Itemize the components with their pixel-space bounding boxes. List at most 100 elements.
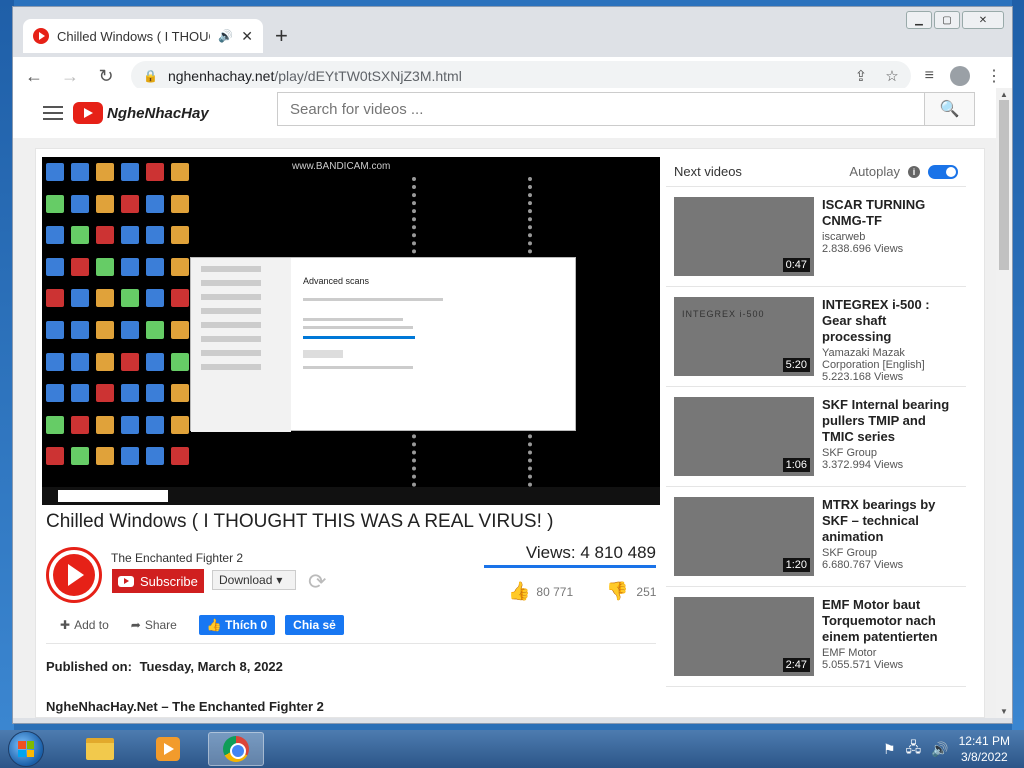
menu-kebab-icon[interactable]: ⋮	[986, 66, 1002, 86]
recommended-views: 5.223.168 Views	[822, 371, 904, 383]
video-taskbar	[42, 487, 660, 505]
recommended-title[interactable]: SKF Internal bearing pullers TMIP and TM…	[822, 397, 958, 445]
search-input[interactable]	[278, 93, 924, 125]
taskbar-media-player[interactable]	[140, 732, 196, 766]
download-label: Download	[219, 573, 273, 587]
autoplay-toggle[interactable]	[928, 164, 958, 179]
url-path: /play/dEYtTW0tSXNjZ3M.html	[274, 68, 462, 84]
recommended-channel: iscarweb	[822, 231, 866, 243]
facebook-share-button[interactable]: Chia sẻ	[285, 615, 344, 635]
duration-badge: 0:47	[782, 258, 810, 272]
profile-avatar-icon[interactable]	[950, 66, 970, 86]
subscribe-label: Subscribe	[140, 573, 198, 589]
published-date: Tuesday, March 8, 2022	[139, 659, 283, 674]
system-clock[interactable]: 12:41 PM 3/8/2022	[959, 733, 1010, 765]
video-thumbnail[interactable]: 0:47	[674, 197, 814, 276]
info-icon[interactable]: i	[908, 165, 920, 178]
clock-date: 3/8/2022	[960, 750, 1008, 764]
action-center-icon[interactable]: ⚑	[883, 741, 896, 758]
site-favicon-icon	[33, 28, 49, 44]
video-thumbnail[interactable]: 1:06	[674, 397, 814, 476]
media-player-icon	[156, 737, 180, 761]
autoplay-label: Autoplay	[849, 164, 900, 179]
dislike-button[interactable]: 👎 251	[606, 581, 656, 602]
close-tab-icon[interactable]: ✕	[241, 28, 253, 45]
bookmark-star-icon[interactable]: ☆	[885, 67, 898, 85]
divider	[46, 643, 656, 644]
video-thumbnail[interactable]: 2:47	[674, 597, 814, 676]
web-page: NgheNhacHay 🔍 www.BANDICAM.com	[13, 88, 998, 718]
logo-play-icon	[73, 102, 103, 124]
minimize-button[interactable]: ▁	[906, 11, 932, 29]
recommended-title[interactable]: EMF Motor baut Torquemotor nach einem pa…	[822, 597, 958, 645]
hamburger-menu-icon[interactable]	[43, 106, 63, 120]
media-control-icon[interactable]: ≡	[925, 67, 934, 85]
channel-name[interactable]: The Enchanted Fighter 2	[111, 551, 243, 565]
tab-title: Chilled Windows ( I THOUGHT	[57, 28, 210, 44]
recommended-views: 2.838.696 Views	[822, 243, 904, 255]
start-button[interactable]	[8, 731, 44, 767]
volume-icon[interactable]: 🔊	[931, 741, 948, 758]
repeat-icon[interactable]: ⟳	[308, 569, 326, 595]
search-button[interactable]: 🔍	[924, 93, 974, 125]
site-header: NgheNhacHay 🔍	[13, 88, 998, 138]
like-button[interactable]: 👍 80 771	[508, 581, 573, 602]
scroll-up-icon[interactable]: ▲	[1000, 90, 1008, 99]
view-count: Views: 4 810 489	[484, 543, 656, 568]
site-logo[interactable]: NgheNhacHay	[73, 102, 209, 124]
network-icon[interactable]: 🖧	[906, 737, 922, 761]
recommended-video[interactable]: INTEGREX i-500 5:20 INTEGREX i-500 : Gear…	[666, 287, 966, 387]
browser-tab[interactable]: Chilled Windows ( I THOUGHT 🔊 ✕	[23, 19, 263, 53]
speaker-icon[interactable]: 🔊	[218, 29, 233, 43]
add-to-button[interactable]: ✚ Add to	[60, 618, 109, 632]
duration-badge: 1:20	[782, 558, 810, 572]
search-icon: 🔍	[939, 101, 960, 118]
window-controls: ▁ ▢ ✕	[906, 11, 1004, 29]
scrollbar-thumb[interactable]	[999, 100, 1009, 270]
taskbar-chrome[interactable]	[208, 732, 264, 766]
video-thumbnail[interactable]: INTEGREX i-500 5:20	[674, 297, 814, 376]
dislike-count: 251	[636, 584, 657, 599]
duration-badge: 1:06	[782, 458, 810, 472]
search-bar: 🔍	[277, 92, 975, 126]
share-page-icon[interactable]: ⇪	[855, 67, 868, 85]
recommended-channel: SKF Group	[822, 547, 878, 559]
reload-icon[interactable]: ↻	[95, 66, 117, 87]
back-arrow-icon[interactable]: ←	[23, 66, 45, 87]
download-dropdown[interactable]: Download ▾	[212, 570, 296, 590]
windows-taskbar: ⚑ 🖧 🔊 12:41 PM 3/8/2022	[0, 730, 1024, 768]
recommended-title[interactable]: ISCAR TURNING CNMG-TF	[822, 197, 958, 229]
address-bar[interactable]: 🔒 nghenhachay.net /play/dEYtTW0tSXNjZ3M.…	[131, 61, 911, 91]
duration-badge: 2:47	[782, 658, 810, 672]
page-scrollbar[interactable]: ▲ ▼	[996, 88, 1012, 718]
recommended-video[interactable]: 1:20 MTRX bearings by SKF – technical an…	[666, 487, 966, 587]
video-player[interactable]: www.BANDICAM.com Advanced scans	[42, 157, 660, 505]
forward-arrow-icon[interactable]: →	[59, 66, 81, 87]
subscribe-button[interactable]: Subscribe	[112, 569, 204, 593]
recommended-views: 5.055.571 Views	[822, 659, 904, 671]
recommended-video[interactable]: 2:47 EMF Motor baut Torquemotor nach ein…	[666, 587, 966, 687]
scroll-down-icon[interactable]: ▼	[1000, 707, 1008, 716]
recommended-title[interactable]: INTEGREX i-500 : Gear shaft processing	[822, 297, 958, 345]
url-host: nghenhachay.net	[167, 68, 275, 84]
clock-time: 12:41 PM	[958, 734, 1010, 748]
facebook-like-button[interactable]: 👍 Thích 0	[198, 615, 276, 635]
channel-avatar[interactable]	[46, 547, 102, 603]
new-tab-button[interactable]: +	[275, 23, 288, 49]
close-window-button[interactable]: ✕	[962, 11, 1004, 29]
lock-icon[interactable]: 🔒	[143, 69, 158, 83]
recommended-title[interactable]: MTRX bearings by SKF – technical animati…	[822, 497, 958, 545]
published-info: Published on: Tuesday, March 8, 2022	[46, 659, 283, 674]
recommended-video[interactable]: 0:47 ISCAR TURNING CNMG-TF iscarweb 2.838.…	[666, 187, 966, 287]
main-content: www.BANDICAM.com Advanced scans Chilled …	[35, 148, 985, 718]
title-bar: Chilled Windows ( I THOUGHT 🔊 ✕ + ▁ ▢ ✕	[13, 7, 1012, 57]
video-thumbnail[interactable]: 1:20	[674, 497, 814, 576]
recommended-video[interactable]: 1:06 SKF Internal bearing pullers TMIP a…	[666, 387, 966, 487]
thumbnail-text: INTEGREX i-500	[682, 309, 765, 319]
taskbar-explorer[interactable]	[72, 732, 128, 766]
maximize-button[interactable]: ▢	[934, 11, 960, 29]
recommended-channel: Yamazaki Mazak Corporation [English]	[822, 347, 925, 371]
plus-icon: ✚	[60, 618, 71, 632]
published-label: Published on:	[46, 659, 132, 674]
share-button[interactable]: ➦ Share	[131, 618, 177, 632]
